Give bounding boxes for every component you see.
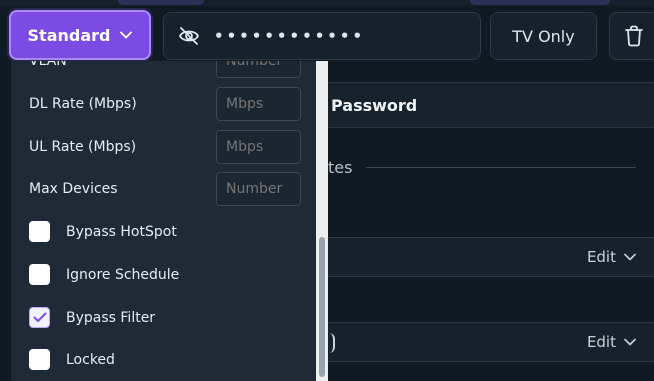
edit-label[interactable]: Edit — [587, 333, 616, 351]
mode-dropdown-button[interactable]: Standard — [9, 10, 151, 60]
checkbox[interactable] — [29, 221, 50, 242]
password-heading: Password — [331, 95, 418, 115]
bypass-hotspot-label: Bypass HotSpot — [66, 223, 177, 240]
eye-off-icon[interactable] — [178, 25, 200, 47]
divider-line — [366, 167, 637, 168]
scrollbar-thumb[interactable] — [319, 237, 325, 377]
checkbox[interactable] — [29, 349, 50, 370]
locked-label: Locked — [66, 351, 115, 368]
dl-rate-input[interactable] — [216, 87, 301, 121]
edit-label[interactable]: Edit — [587, 248, 616, 266]
ul-rate-row: UL Rate (Mbps) — [29, 130, 301, 164]
ul-rate-input[interactable] — [216, 130, 301, 164]
trash-icon — [625, 25, 643, 47]
delete-button[interactable] — [609, 12, 654, 60]
password-value: •••••••••••• — [214, 27, 366, 45]
list-row[interactable]: Edit — [318, 322, 654, 362]
section-divider: tes — [328, 158, 637, 177]
password-section-header: Password — [318, 82, 654, 128]
password-field[interactable]: •••••••••••• — [163, 12, 481, 60]
chevron-down-icon[interactable] — [624, 338, 636, 346]
vlan-input[interactable] — [216, 61, 301, 78]
top-decoration — [470, 0, 610, 5]
chevron-down-icon — [120, 31, 133, 39]
mode-settings-dropdown: VLAN DL Rate (Mbps) UL Rate (Mbps) Max D… — [11, 61, 328, 381]
scrollbar[interactable] — [316, 61, 328, 381]
chevron-down-icon[interactable] — [624, 253, 636, 261]
max-devices-label: Max Devices — [29, 181, 118, 197]
tv-only-label: TV Only — [512, 26, 575, 46]
checkbox-checked[interactable] — [29, 307, 50, 328]
bypass-filter-option[interactable]: Bypass Filter — [29, 307, 155, 328]
toggle-edge — [329, 333, 335, 353]
top-strip — [0, 0, 654, 6]
vlan-row: VLAN — [29, 61, 301, 78]
dl-rate-label: DL Rate (Mbps) — [29, 96, 137, 112]
ignore-schedule-label: Ignore Schedule — [66, 266, 180, 283]
check-icon — [33, 312, 46, 322]
top-decoration — [118, 0, 204, 5]
ignore-schedule-option[interactable]: Ignore Schedule — [29, 264, 179, 285]
bypass-filter-label: Bypass Filter — [66, 309, 156, 326]
ul-rate-label: UL Rate (Mbps) — [29, 139, 137, 155]
vlan-label: VLAN — [29, 61, 67, 69]
max-devices-row: Max Devices — [29, 172, 301, 206]
max-devices-input[interactable] — [216, 172, 301, 206]
mode-label: Standard — [27, 25, 111, 45]
tv-only-button[interactable]: TV Only — [490, 12, 597, 60]
list-row[interactable]: Edit — [318, 237, 654, 277]
locked-option[interactable]: Locked — [29, 349, 115, 370]
bypass-hotspot-option[interactable]: Bypass HotSpot — [29, 221, 177, 242]
section-heading: tes — [328, 158, 353, 177]
dl-rate-row: DL Rate (Mbps) — [29, 87, 301, 121]
checkbox[interactable] — [29, 264, 50, 285]
